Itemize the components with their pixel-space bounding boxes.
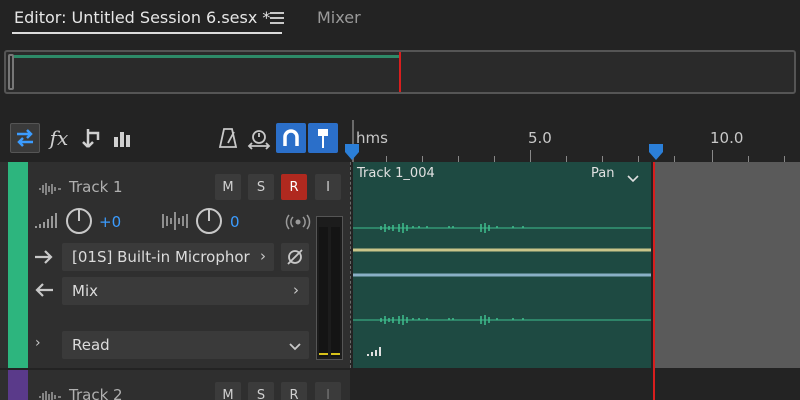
output-select[interactable]: Mix › [62,277,309,305]
pan-knob[interactable] [195,207,223,239]
chevron-down-icon[interactable] [627,168,639,187]
chevron-right-icon: › [260,247,266,265]
fx-icon[interactable]: fx [44,123,74,153]
sends-icon[interactable] [76,123,106,153]
track-name[interactable]: Track 1 [69,178,123,196]
mute-button[interactable]: M [215,382,241,400]
level-meter [316,216,343,360]
track-color-strip [8,162,28,368]
track-color-strip [8,370,28,400]
clip-gain-icon[interactable] [367,342,383,361]
monitor-input-button[interactable]: I [315,174,341,200]
chevron-right-icon: › [293,281,299,299]
output-label: Mix [72,282,98,300]
track-2-lane[interactable] [350,370,800,400]
waveform-icon [38,389,62,400]
volume-knob[interactable] [65,207,93,239]
overview-clip-bar [14,55,399,58]
solo-button[interactable]: S [248,174,274,200]
eq-icon[interactable] [108,123,138,153]
monitor-input-button[interactable]: I [315,382,341,400]
playhead-line[interactable] [653,162,655,400]
mute-button[interactable]: M [215,174,241,200]
metronome-icon[interactable] [213,123,243,153]
overview-navigator[interactable] [4,50,796,94]
input-device-label: [01S] Built-in Microphor [72,248,250,266]
record-arm-button[interactable]: R [281,174,307,200]
waveform-icon [38,181,62,200]
ruler-tick-label: 10.0 [710,129,744,147]
audio-clip[interactable]: Track 1_004 Pan [353,162,651,368]
input-device-select[interactable]: [01S] Built-in Microphor › [62,243,274,271]
tab-bar: Editor: Untitled Session 6.sesx * Mixer [0,0,800,38]
switch-icon[interactable] [10,123,40,153]
waveform-display [353,223,651,325]
expand-chevron-icon[interactable]: › [35,335,41,351]
track-1-header: Track 1 M S R I +0 0 [01S] Built-in Micr… [0,162,350,368]
playhead-line [653,370,655,400]
snap-icon[interactable] [276,123,306,153]
volume-value[interactable]: +0 [99,213,121,231]
timeline-ruler[interactable]: hms 5.0 10.0 [345,120,800,164]
tab-mixer[interactable]: Mixer [317,8,361,27]
automation-mode-label: Read [72,336,110,354]
active-tab-underline [12,32,282,34]
time-select-icon[interactable] [244,123,274,153]
clip-name: Track 1_004 [357,166,435,181]
marker-pin-icon[interactable] [308,123,338,153]
track-name[interactable]: Track 2 [69,386,123,400]
overview-playhead [399,52,401,92]
pan-value[interactable]: 0 [230,213,240,231]
broadcast-icon[interactable] [285,214,311,234]
track-2-header: Track 2 M S R I [0,370,350,400]
pan-icon [161,210,189,236]
volume-icon [34,212,58,234]
record-arm-button[interactable]: R [281,382,307,400]
ruler-tick-label: 5.0 [528,129,552,147]
solo-button[interactable]: S [248,382,274,400]
automation-mode-select[interactable]: Read [62,331,309,359]
empty-timeline-area[interactable] [653,162,800,368]
overview-left-handle[interactable] [8,54,14,90]
clip-param-label[interactable]: Pan [591,166,614,181]
tab-editor[interactable]: Editor: Untitled Session 6.sesx * [14,8,270,27]
tab-menu-icon[interactable] [270,12,284,24]
input-arrow-icon [34,249,54,269]
phase-invert-button[interactable] [281,243,309,271]
chevron-down-icon [289,337,301,355]
output-arrow-icon [34,282,54,302]
